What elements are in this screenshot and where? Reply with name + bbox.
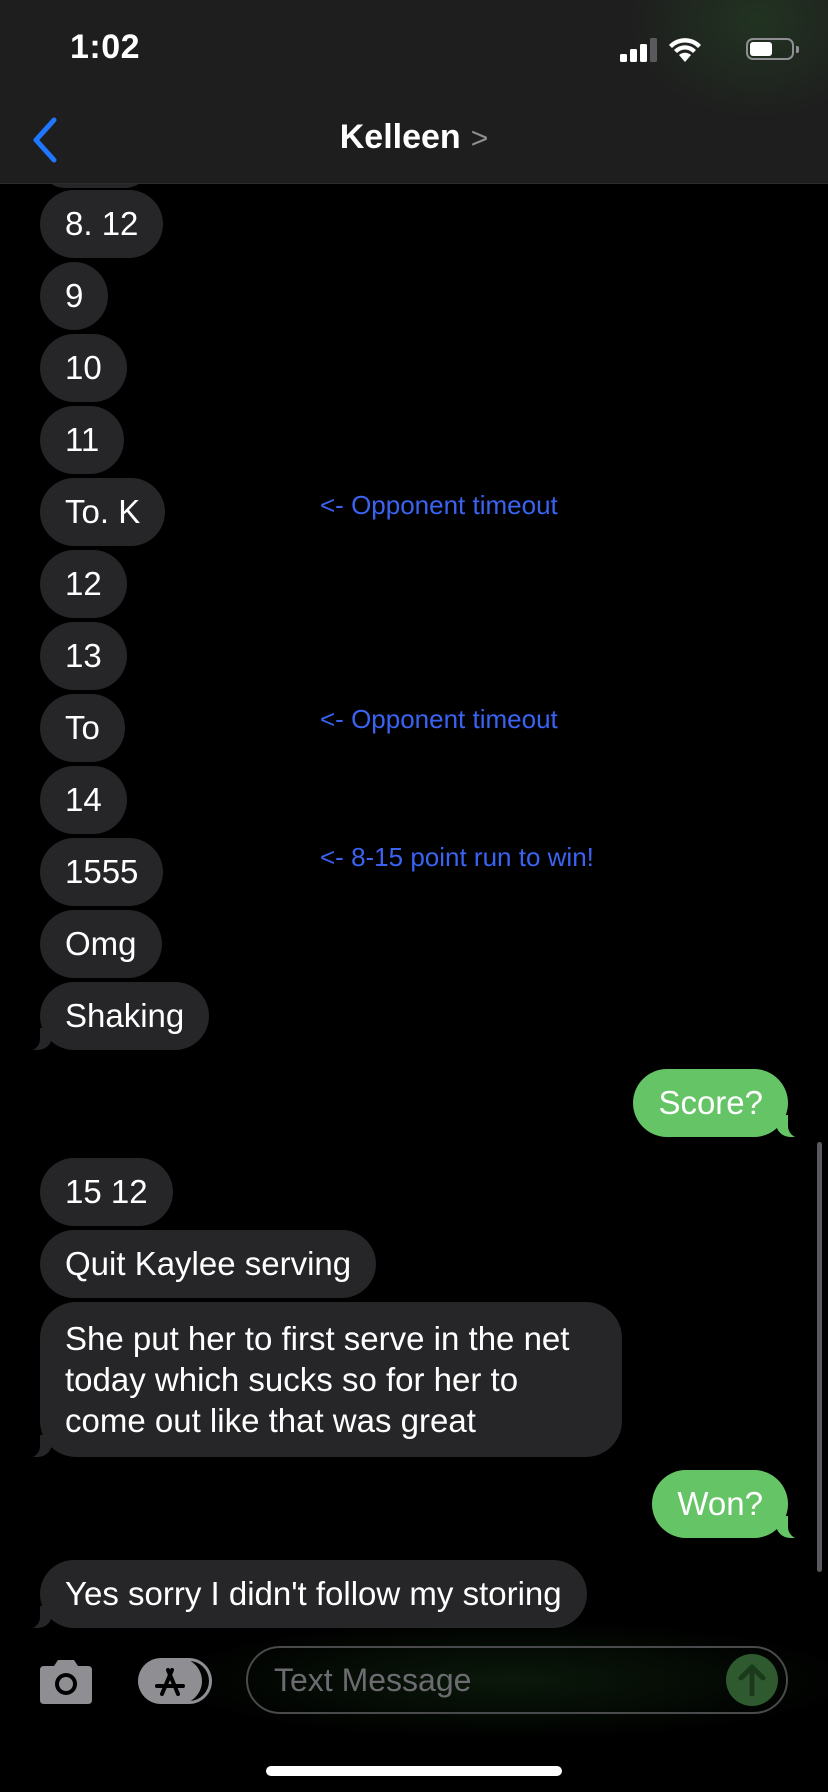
chevron-right-icon: > [470,122,489,155]
message-input[interactable]: Text Message [246,1646,788,1714]
contact-name-button[interactable]: Kelleen > [0,118,828,157]
home-indicator[interactable] [266,1766,562,1776]
message-bubble-sent[interactable]: Won? [652,1470,806,1539]
app-store-button[interactable] [138,1658,212,1704]
cellular-signal-icon [620,38,660,62]
message-bubble[interactable]: Shaking [21,982,210,1051]
wifi-icon [669,38,701,62]
message-bubble[interactable]: She put her to first serve in the net to… [22,1302,622,1458]
message-bubble[interactable]: 10 [40,334,127,402]
annotation-text: <- Opponent timeout [320,704,558,734]
scrollbar[interactable] [817,1142,822,1572]
message-bubble[interactable]: To [40,694,125,762]
composer-bar: Text Message [0,1620,828,1792]
camera-button[interactable] [36,1656,96,1706]
camera-icon [40,1660,92,1704]
message-bubble[interactable]: Yes sorry I didn't follow my storing [22,1560,587,1629]
send-button[interactable] [726,1654,778,1706]
message-bubble[interactable]: Omg [40,910,162,978]
message-bubble[interactable]: 15 12 [40,1158,173,1226]
message-bubble[interactable]: 14 [40,766,127,834]
message-bubble[interactable]: 11 [40,406,125,474]
navigation-bar: 1:02 Kelleen > [0,0,828,184]
message-bubble[interactable]: 12 [40,550,127,618]
contact-name: Kelleen [339,118,461,156]
message-bubble[interactable]: To. K [40,478,166,546]
message-bubble[interactable]: 1555 [40,838,164,906]
message-thread[interactable]: 8. 12 9 10 11 To. K <- Opponent timeout … [0,184,828,1630]
annotation-text: <- Opponent timeout [320,490,558,520]
message-bubble[interactable]: Quit Kaylee serving [40,1230,377,1298]
message-bubble[interactable]: 8. 12 [40,190,164,258]
message-bubble-partial [40,184,150,188]
app-store-icon [155,1668,185,1696]
annotation-text: <- 8-15 point run to win! [320,842,594,872]
status-icons [608,36,799,64]
message-bubble-sent[interactable]: Score? [633,1069,806,1138]
arrow-up-icon [738,1664,766,1697]
message-bubble[interactable]: 9 [40,262,109,330]
battery-icon [746,38,799,60]
message-bubble[interactable]: 13 [40,622,127,690]
message-input-placeholder: Text Message [274,1662,472,1698]
status-time: 1:02 [70,28,141,66]
